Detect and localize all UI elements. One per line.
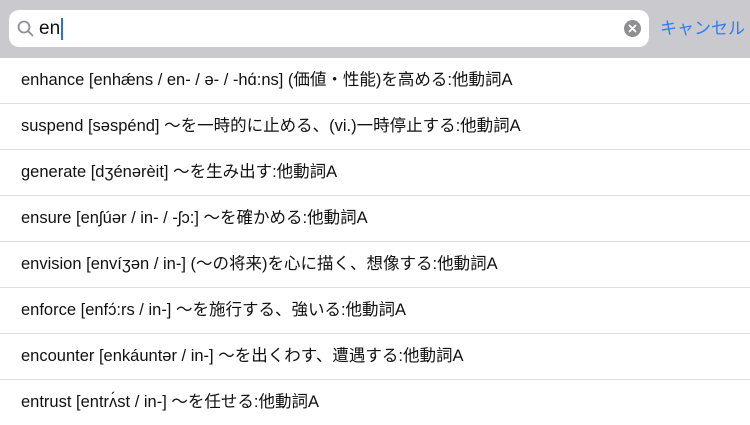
search-results-list: enhance [enhǽns / en- / ə- / -hɑ́:ns] (価… bbox=[0, 58, 750, 425]
result-row-suspend[interactable]: suspend [səspénd] 〜を一時的に止める、(vi.)一時停止する:… bbox=[0, 104, 750, 150]
search-query-text: en bbox=[39, 18, 61, 39]
search-icon bbox=[17, 20, 34, 37]
search-field[interactable]: en bbox=[9, 10, 649, 47]
result-row-enforce[interactable]: enforce [enfɔ́:rs / in-] 〜を施行する、強いる:他動詞A bbox=[0, 288, 750, 334]
result-row-envision[interactable]: envision [envíʒən / in-] (〜の将来)を心に描く、想像す… bbox=[0, 242, 750, 288]
result-row-encounter[interactable]: encounter [enkáuntər / in-] 〜を出くわす、遭遇する:… bbox=[0, 334, 750, 380]
result-row-entrust[interactable]: entrust [entrʌ́st / in-] 〜を任せる:他動詞A bbox=[0, 380, 750, 425]
text-caret bbox=[61, 17, 64, 40]
result-row-enhance[interactable]: enhance [enhǽns / en- / ə- / -hɑ́:ns] (価… bbox=[0, 58, 750, 104]
result-row-ensure[interactable]: ensure [enʃúər / in- / -ʃɔ:] 〜を確かめる:他動詞A bbox=[0, 196, 750, 242]
result-row-generate[interactable]: generate [dʒénərèit] 〜を生み出す:他動詞A bbox=[0, 150, 750, 196]
cancel-button[interactable]: キャンセル bbox=[660, 10, 745, 47]
search-bar: en キャンセル bbox=[0, 0, 750, 58]
clear-icon[interactable] bbox=[624, 20, 641, 37]
search-input[interactable]: en bbox=[39, 10, 64, 47]
